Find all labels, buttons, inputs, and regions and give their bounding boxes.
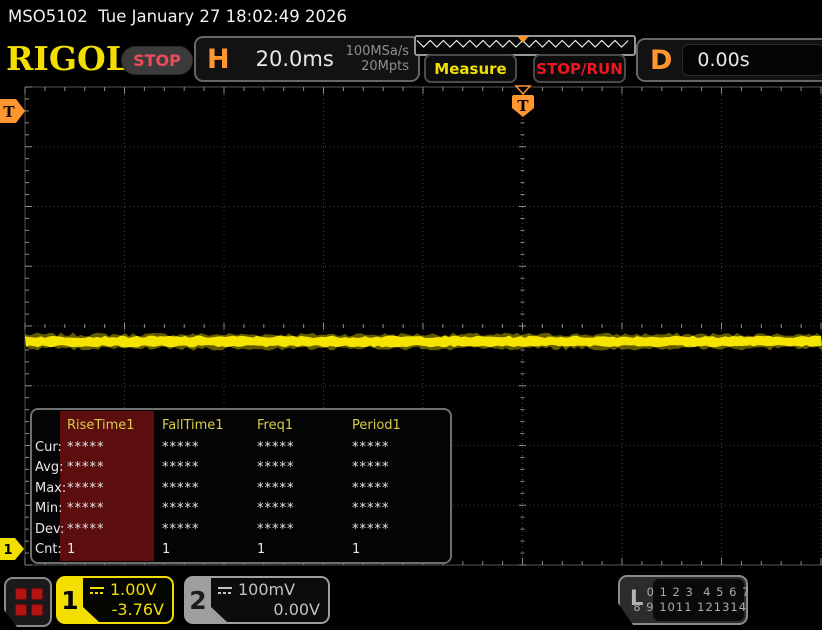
digital-channels-row1: 0 1 2 3 4 5 6 7 [647, 585, 751, 600]
menu-grid-icon [15, 588, 43, 616]
measurement-value: ***** [352, 440, 447, 455]
measurement-value: ***** [67, 522, 162, 537]
measurement-value: 1 [162, 542, 257, 557]
measurement-value: ***** [67, 460, 162, 475]
measurement-value: ***** [67, 501, 162, 516]
trigger-level-letter: T [3, 103, 15, 121]
measurement-value: ***** [162, 522, 257, 537]
measurement-value: ***** [257, 522, 352, 537]
measurement-value: 1 [352, 542, 447, 557]
measurement-row-label: Cnt: [35, 542, 67, 557]
measurement-value: ***** [352, 481, 447, 496]
measurement-column-header[interactable]: RiseTime1 [67, 418, 162, 433]
channel1-status-box[interactable]: 1 1.00V -3.76V [56, 576, 174, 624]
channel1-level-marker[interactable]: 1 [0, 538, 25, 560]
channel2-number: 2 [184, 576, 212, 624]
channel1-number: 1 [56, 576, 84, 624]
trigger-level-marker[interactable]: T [0, 99, 25, 123]
dc-coupling-icon [89, 585, 105, 595]
dc-coupling-icon [217, 585, 233, 595]
measurement-row-label: Avg: [35, 460, 67, 475]
measurement-table: RiseTime1FallTime1Freq1Period1Cur:******… [30, 408, 452, 564]
measurement-value: ***** [67, 481, 162, 496]
measurement-value: ***** [67, 440, 162, 455]
trigger-shield-letter: T [517, 97, 529, 115]
measurement-value: ***** [162, 440, 257, 455]
measurement-row-label: Min: [35, 501, 67, 516]
trigger-position-marker[interactable]: T [509, 85, 537, 121]
trigger-position-arrow-icon [516, 86, 530, 94]
measurement-column-header[interactable]: Freq1 [257, 418, 352, 433]
digital-channels-row2: 8 9 1011 12131415 [633, 600, 763, 615]
measurement-value: ***** [162, 501, 257, 516]
measurement-value: ***** [352, 460, 447, 475]
oscilloscope-screen: MSO5102 Tue January 27 18:02:49 2026 RIG… [0, 0, 822, 630]
channel1-offset: -3.76V [89, 600, 164, 621]
channel2-scale: 100mV [238, 580, 295, 599]
measurement-value: ***** [257, 501, 352, 516]
measurement-value: ***** [352, 522, 447, 537]
measurement-value: ***** [257, 481, 352, 496]
measurement-column-header[interactable]: FallTime1 [162, 418, 257, 433]
measurement-row-label: Max: [35, 481, 67, 496]
measurement-value: ***** [257, 440, 352, 455]
channel1-level-number: 1 [3, 543, 12, 558]
measurement-value: ***** [162, 481, 257, 496]
measurement-value: ***** [257, 460, 352, 475]
measurement-row-label: Dev: [35, 522, 67, 537]
channel2-offset: 0.00V [217, 600, 320, 621]
logic-analyzer-panel[interactable]: L 0 1 2 3 4 5 6 7 8 9 1011 12131415 [618, 575, 748, 625]
measurement-value: ***** [162, 460, 257, 475]
measurement-row-label: Cur: [35, 440, 67, 455]
measurement-value: 1 [67, 542, 162, 557]
channel2-status-box[interactable]: 2 100mV 0.00V [184, 576, 330, 624]
measurement-value: ***** [352, 501, 447, 516]
measurement-value: 1 [257, 542, 352, 557]
channel1-scale: 1.00V [110, 580, 157, 599]
measurement-column-header[interactable]: Period1 [352, 418, 447, 433]
